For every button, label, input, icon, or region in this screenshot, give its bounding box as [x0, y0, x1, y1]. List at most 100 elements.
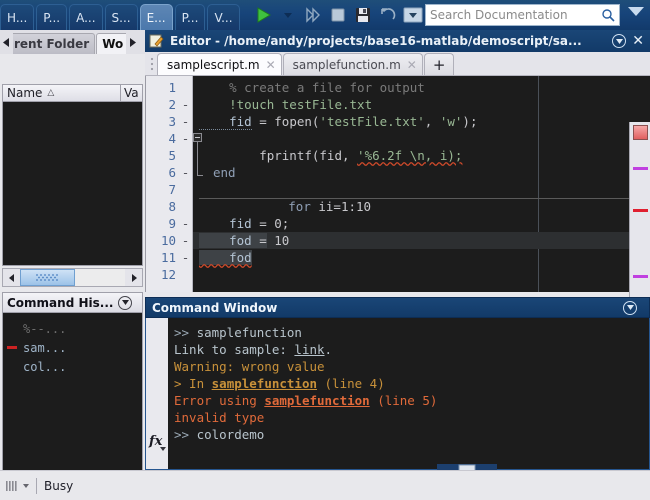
left-sidebar: rent Folder Wo Name △ Va Command His... …	[0, 30, 145, 500]
command-window-title-bar: Command Window	[145, 297, 650, 318]
command-history-item[interactable]: col...	[3, 357, 142, 376]
top-toolbar: H... P... A... S... E... P... V... Searc…	[0, 0, 650, 30]
status-grip-caret-icon[interactable]	[23, 483, 29, 488]
document-tab-close-icon[interactable]: ✕	[407, 58, 417, 72]
breakpoint-slot[interactable]	[179, 181, 192, 198]
breakpoint-slot[interactable]	[179, 198, 192, 215]
step-icon[interactable]	[302, 4, 324, 26]
command-output-text: invalid type	[174, 410, 265, 425]
breakpoint-slot[interactable]: -	[179, 96, 192, 113]
code-line-text: % create a file for output	[199, 80, 425, 95]
code-line: % create a file for output	[193, 79, 650, 96]
ribbon-tab-4[interactable]: E...	[139, 4, 173, 30]
command-output-link[interactable]: samplefunction	[264, 393, 369, 408]
command-output-text: samplefunction	[196, 325, 302, 340]
new-document-tab-button[interactable]: +	[423, 53, 455, 75]
scrollbar-track[interactable]	[20, 269, 125, 286]
breakpoint-slot[interactable]: -	[179, 215, 192, 232]
breakpoint-slot[interactable]	[179, 79, 192, 96]
message-marker[interactable]	[633, 209, 648, 212]
message-marker[interactable]	[633, 275, 648, 278]
command-history-item[interactable]: sam...	[3, 338, 142, 357]
code-text[interactable]: % create a file for output !touch testFi…	[193, 76, 650, 292]
line-number: 2	[168, 97, 176, 112]
sidebar-panel-tab-0[interactable]: rent Folder	[8, 33, 96, 54]
workspace-horizontal-scrollbar[interactable]	[2, 268, 143, 287]
ribbon-tab-0[interactable]: H...	[0, 4, 35, 30]
code-line-current: fod = 10	[193, 232, 650, 249]
status-divider	[36, 477, 37, 494]
panel-tabs-scroll-right-icon[interactable]	[126, 30, 139, 54]
workspace-table-body[interactable]	[2, 102, 143, 266]
toolbar-expand-icon[interactable]	[628, 7, 644, 16]
grip-dots-icon	[35, 274, 58, 281]
run-icon[interactable]	[252, 4, 274, 26]
ribbon-tab-6[interactable]: V...	[207, 4, 240, 30]
message-marker[interactable]	[633, 167, 648, 170]
command-output-text: Link to sample:	[174, 342, 295, 357]
search-documentation-input[interactable]: Search Documentation	[425, 4, 620, 26]
code-fold-icon[interactable]	[193, 133, 202, 142]
editor-panel: Editor - /home/andy/projects/base16-matl…	[145, 30, 650, 338]
editor-options-icon[interactable]	[612, 34, 627, 48]
code-line: fid = 0;	[199, 216, 290, 231]
breakpoint-slot[interactable]: -	[179, 113, 192, 130]
document-tab-1[interactable]: samplefunction.m ✕	[282, 53, 423, 75]
workspace-column-value[interactable]: Va	[120, 85, 142, 101]
document-tab-close-icon[interactable]: ✕	[266, 58, 276, 72]
message-summary-indicator[interactable]	[633, 125, 648, 140]
code-line: fid = fopen('testFile.txt', 'w');	[199, 114, 478, 130]
command-window-output[interactable]: >> samplefunction Link to sample: link. Wa…	[168, 318, 649, 469]
save-icon[interactable]	[352, 4, 374, 26]
run-dropdown-icon[interactable]	[277, 4, 299, 26]
line-number: 7	[168, 182, 176, 197]
undo-icon[interactable]	[377, 4, 399, 26]
stop-icon[interactable]	[327, 4, 349, 26]
fx-dropdown-icon[interactable]	[160, 447, 166, 451]
breakpoint-slot[interactable]: -	[179, 164, 192, 181]
ribbon-tab-3[interactable]: S...	[104, 4, 138, 30]
editor-close-icon[interactable]: ✕	[632, 34, 646, 48]
matlab-window: H... P... A... S... E... P... V... Searc…	[0, 0, 650, 500]
code-line: end	[213, 165, 236, 180]
command-history-options-icon[interactable]	[118, 295, 132, 310]
command-history-item[interactable]: %--...	[3, 319, 142, 338]
breakpoint-slot[interactable]: -	[179, 232, 192, 249]
command-window-body[interactable]: fx >> samplefunction Link to sample: link…	[145, 318, 650, 470]
breakpoint-slot[interactable]	[179, 266, 192, 283]
sidebar-panel-tab-1[interactable]: Wo	[96, 33, 130, 54]
breakpoint-slot[interactable]: -	[179, 249, 192, 266]
code-section-divider	[199, 198, 650, 199]
editor-title-bar: Editor - /home/andy/projects/base16-matl…	[145, 30, 650, 52]
scroll-right-icon[interactable]	[125, 269, 142, 286]
command-window-options-icon[interactable]	[623, 300, 637, 315]
ribbon-tab-5[interactable]: P...	[174, 4, 206, 30]
command-output-link[interactable]: samplefunction	[212, 376, 317, 391]
command-output-link[interactable]: link	[294, 342, 324, 357]
code-editor-area[interactable]: 1 2 3 4 5 6 7 8 9 10 11 12 ------- % create a file …	[145, 76, 650, 338]
workspace-column-header: Name △ Va	[2, 84, 143, 102]
code-line: %% code section	[193, 198, 650, 248]
ribbon-tab-1[interactable]: P...	[36, 4, 68, 30]
command-output-line: Link to sample: link.	[174, 341, 649, 358]
command-history-list[interactable]: %--... sam... col...	[3, 313, 142, 376]
workspace-column-name[interactable]: Name △	[3, 86, 120, 100]
command-output-text: .	[324, 342, 333, 357]
panel-tabs-scroll-left-icon[interactable]	[0, 30, 13, 54]
line-number: 5	[168, 148, 176, 163]
line-number: 9	[168, 216, 176, 231]
breakpoint-slot[interactable]: -	[179, 130, 192, 147]
breakpoint-slot[interactable]	[179, 147, 192, 164]
scrollbar-thumb[interactable]	[20, 269, 75, 286]
breakpoint-gutter[interactable]: -------	[179, 76, 193, 292]
scroll-left-icon[interactable]	[3, 269, 20, 286]
command-window-gutter: fx	[146, 318, 168, 469]
document-tab-label: samplescript.m	[167, 57, 260, 72]
ribbon-tab-2[interactable]: A...	[69, 4, 103, 30]
document-tab-0[interactable]: samplescript.m ✕	[157, 53, 282, 75]
tabs-drag-handle-icon[interactable]	[147, 53, 157, 75]
workspace-column-name-label: Name	[7, 86, 43, 100]
command-output-line: Warning: wrong value	[174, 358, 649, 375]
status-grip-icon[interactable]	[6, 479, 22, 492]
undo-dropdown-icon[interactable]	[402, 4, 424, 26]
